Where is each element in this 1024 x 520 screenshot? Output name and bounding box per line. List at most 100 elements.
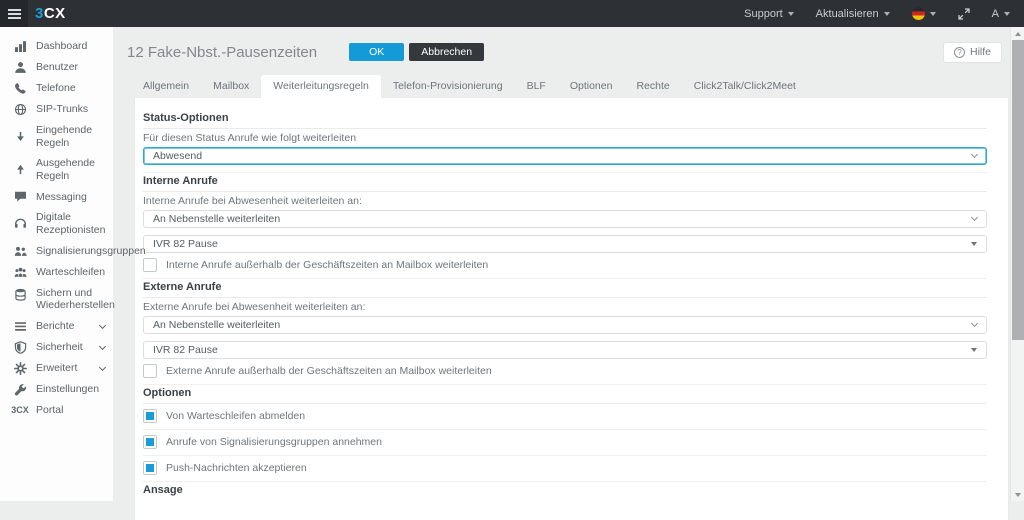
user-menu[interactable]: A <box>992 8 1010 20</box>
sidebar-item-berichte[interactable]: Berichte <box>0 316 113 337</box>
arrow-down-icon <box>13 130 27 143</box>
sidebar-item-digitale-rezeptionisten[interactable]: Digitale Rezeptionisten <box>0 207 113 240</box>
section-header-interne-anrufe: Interne Anrufe <box>143 173 987 192</box>
sidebar-item-dashboard[interactable]: Dashboard <box>0 36 113 57</box>
help-button[interactable]: Hilfe <box>943 42 1002 63</box>
interne-mailbox-checkbox-row: Interne Anrufe außerhalb der Geschäftsze… <box>143 258 987 279</box>
page-header: 12 Fake-Nbst.-Pausenzeiten OK Abbrechen … <box>127 40 1008 64</box>
cancel-button[interactable]: Abbrechen <box>409 43 484 61</box>
chat-icon <box>13 190 27 203</box>
support-menu[interactable]: Support <box>744 8 794 20</box>
scrollbar-thumb[interactable] <box>1012 40 1024 340</box>
status-select[interactable]: Abwesend <box>143 147 987 165</box>
hamburger-icon <box>8 13 21 15</box>
interne-forward-label: Interne Anrufe bei Abwesenheit weiterlei… <box>143 195 987 207</box>
option-row: Push-Nachrichten akzeptieren <box>143 461 987 482</box>
vertical-scrollbar <box>1010 27 1024 501</box>
chevron-down-icon <box>971 320 978 327</box>
user-initial: A <box>992 8 999 20</box>
sidebar-item-sichern-und-wiederherstellen[interactable]: Sichern und Wiederherstellen <box>0 283 113 316</box>
sidebar-item-messaging[interactable]: Messaging <box>0 186 113 207</box>
externe-mailbox-checkbox-row: Externe Anrufe außerhalb der Geschäftsze… <box>143 364 987 385</box>
externe-extension-select[interactable]: IVR 82 Pause <box>143 341 987 359</box>
tab-optionen[interactable]: Optionen <box>558 75 625 98</box>
tab-click2talk[interactable]: Click2Talk/Click2Meet <box>682 75 808 98</box>
fullscreen-button[interactable] <box>958 8 970 20</box>
chevron-down-icon <box>971 151 978 158</box>
3cx-logo: 3CX <box>35 5 66 22</box>
section-header-ansage: Ansage <box>143 482 987 500</box>
option-row: Von Warteschleifen abmelden <box>143 409 987 430</box>
chevron-down-icon <box>99 364 106 371</box>
chevron-down-icon <box>971 214 978 221</box>
language-menu[interactable] <box>912 7 936 20</box>
sidebar-item-benutzer[interactable]: Benutzer <box>0 57 113 78</box>
caret-down-icon <box>971 348 977 352</box>
externe-destination-select[interactable]: An Nebenstelle weiterleiten <box>143 316 987 334</box>
accept-push-checkbox[interactable] <box>143 461 157 475</box>
phone-icon <box>13 82 27 95</box>
chevron-down-icon <box>884 12 890 16</box>
sidebar-item-sip-trunks[interactable]: SIP-Trunks <box>0 99 113 120</box>
headset-icon <box>13 217 27 230</box>
scroll-up-button[interactable] <box>1011 27 1024 40</box>
tab-bar: Allgemein Mailbox Weiterleitungsregeln T… <box>131 75 1008 98</box>
sidebar-item-signalisierungsgruppen[interactable]: Signalisierungsgruppen <box>0 241 113 262</box>
page-title: 12 Fake-Nbst.-Pausenzeiten <box>127 44 317 61</box>
chevron-down-icon <box>930 12 936 16</box>
interne-row: Interne Anrufe bei Abwesenheit weiterlei… <box>143 195 987 279</box>
sidebar-item-ausgehende-regeln[interactable]: Ausgehende Regeln <box>0 153 113 186</box>
main-content: 12 Fake-Nbst.-Pausenzeiten OK Abbrechen … <box>113 27 1010 501</box>
backup-icon <box>13 288 27 301</box>
externe-row: Externe Anrufe bei Abwesenheit weiterlei… <box>143 301 987 385</box>
sidebar-item-eingehende-regeln[interactable]: Eingehende Regeln <box>0 120 113 153</box>
accept-ring-groups-checkbox[interactable] <box>143 435 157 449</box>
chevron-down-icon <box>99 322 106 329</box>
section-header-externe-anrufe: Externe Anrufe <box>143 279 987 298</box>
queue-group-icon <box>13 266 27 279</box>
interne-destination-select[interactable]: An Nebenstelle weiterleiten <box>143 210 987 228</box>
chevron-down-icon <box>788 12 794 16</box>
arrow-up-icon <box>13 163 27 176</box>
tab-mailbox[interactable]: Mailbox <box>201 75 261 98</box>
bar-chart-icon <box>13 40 27 53</box>
sidebar-item-portal[interactable]: 3CX Portal <box>0 400 113 421</box>
status-row: Für diesen Status Anrufe wie folgt weite… <box>143 132 987 173</box>
sidebar-item-sicherheit[interactable]: Sicherheit <box>0 337 113 358</box>
hamburger-menu-button[interactable] <box>0 0 28 27</box>
tab-telefon-provisionierung[interactable]: Telefon-Provisionierung <box>381 75 515 98</box>
tab-rechte[interactable]: Rechte <box>624 75 681 98</box>
interne-extension-select[interactable]: IVR 82 Pause <box>143 235 987 253</box>
gear-icon <box>13 362 27 375</box>
logout-queues-checkbox[interactable] <box>143 409 157 423</box>
sidebar-item-telefone[interactable]: Telefone <box>0 78 113 99</box>
users-icon <box>13 245 27 258</box>
3cx-portal-icon: 3CX <box>13 405 27 416</box>
topbar: 3CX Support Aktualisieren A <box>0 0 1024 27</box>
caret-down-icon <box>971 242 977 246</box>
globe-icon <box>13 103 27 116</box>
sidebar-item-warteschleifen[interactable]: Warteschleifen <box>0 262 113 283</box>
shield-icon <box>13 341 27 354</box>
triangle-down-icon <box>1015 493 1021 497</box>
status-forward-label: Für diesen Status Anrufe wie folgt weite… <box>143 132 987 144</box>
ok-button[interactable]: OK <box>349 43 404 61</box>
externe-forward-label: Externe Anrufe bei Abwesenheit weiterlei… <box>143 301 987 313</box>
update-menu[interactable]: Aktualisieren <box>816 8 890 20</box>
form-panel: Status-Optionen Für diesen Status Anrufe… <box>135 98 1008 520</box>
tab-weiterleitungsregeln[interactable]: Weiterleitungsregeln <box>261 75 381 98</box>
chevron-down-icon <box>99 343 106 350</box>
option-row: Anrufe von Signalisierungsgruppen annehm… <box>143 435 987 456</box>
scroll-down-button[interactable] <box>1011 488 1024 501</box>
externe-mailbox-checkbox[interactable] <box>143 364 157 378</box>
section-header-optionen: Optionen <box>143 385 987 404</box>
sidebar: Dashboard Benutzer Telefone SIP-Trunks E… <box>0 27 113 501</box>
reports-icon <box>13 320 27 333</box>
sidebar-item-erweitert[interactable]: Erweitert <box>0 358 113 379</box>
section-header-status-optionen: Status-Optionen <box>143 110 987 129</box>
sidebar-item-einstellungen[interactable]: Einstellungen <box>0 379 113 400</box>
tab-blf[interactable]: BLF <box>515 75 558 98</box>
tab-allgemein[interactable]: Allgemein <box>131 75 201 98</box>
interne-mailbox-checkbox[interactable] <box>143 258 157 272</box>
user-icon <box>13 61 27 74</box>
